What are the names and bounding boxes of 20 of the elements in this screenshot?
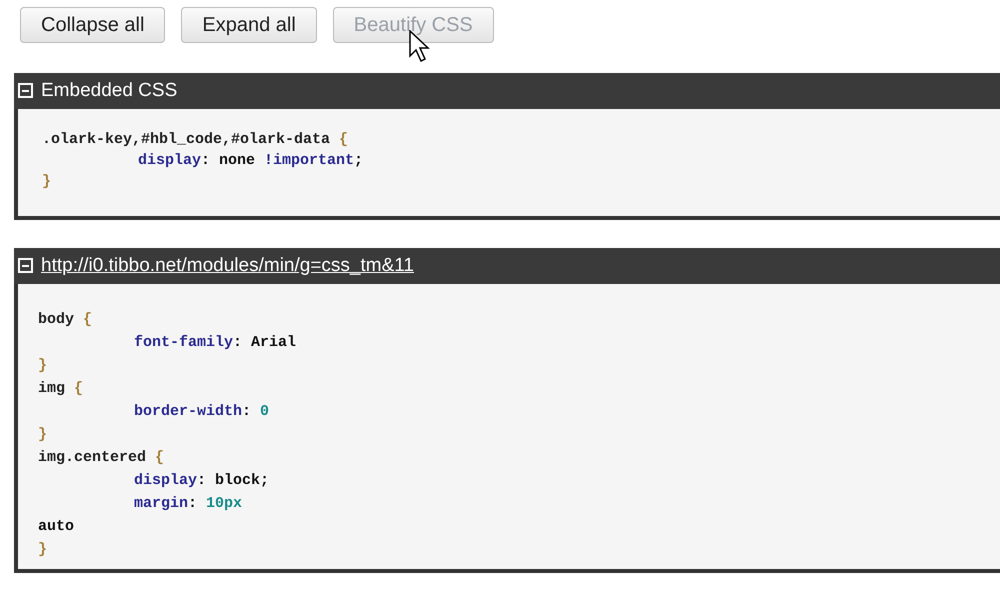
stylesheet-link[interactable]: http://i0.tibbo.net/modules/min/g=css_tm&11 xyxy=(41,254,414,278)
code-line: img.centered { xyxy=(38,448,166,468)
collapse-icon[interactable] xyxy=(18,83,33,98)
code-line: auto xyxy=(38,516,76,536)
collapse-icon[interactable] xyxy=(18,258,33,274)
code-line: } xyxy=(38,540,48,560)
code-line: body { xyxy=(38,310,94,330)
code-line: font-family: Arial xyxy=(133,332,298,352)
code-line: } xyxy=(42,172,52,192)
code-line: } xyxy=(38,356,48,376)
code-line: img { xyxy=(38,378,84,398)
toolbar-button[interactable]: Expand all xyxy=(181,7,317,43)
section-title: Embedded CSS xyxy=(41,79,178,103)
toolbar-button[interactable]: Collapse all xyxy=(20,7,166,43)
code-line: border-width: 0 xyxy=(133,402,270,422)
code-line: } xyxy=(38,424,48,444)
code-line: display: none !important; xyxy=(137,150,364,171)
code-line: display: block; xyxy=(133,470,270,490)
code-line: .olark-key,#hbl_code,#olark-data { xyxy=(42,130,350,150)
code-line: margin: 10px xyxy=(133,494,244,514)
